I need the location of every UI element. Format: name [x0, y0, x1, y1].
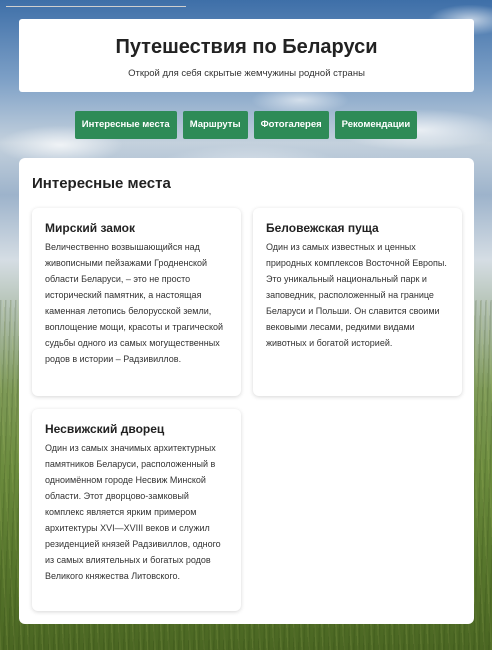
- place-card-belovezhskaya-pushcha: Беловежская пуща Один из самых известных…: [253, 208, 462, 396]
- card-title: Несвижский дворец: [45, 422, 165, 436]
- card-text: Величественно возвышающийся над живописн…: [45, 242, 224, 364]
- page-subtitle: Открой для себя скрытые жемчужины родной…: [128, 68, 365, 79]
- nav-button-routes[interactable]: Маршруты: [182, 111, 248, 139]
- page-title: Путешествия по Беларуси: [115, 36, 378, 58]
- nav-button-places[interactable]: Интересные места: [74, 111, 177, 139]
- nav-button-recommendations[interactable]: Рекомендации: [334, 111, 418, 139]
- page: { "header": { "title": "Путешествия по Б…: [0, 0, 492, 650]
- main-nav: Интересные места Маршруты Фотогалерея Ре…: [0, 111, 492, 139]
- card-text: Один из самых известных и ценных природн…: [266, 242, 447, 348]
- site-header: Путешествия по Беларуси Открой для себя …: [19, 19, 474, 92]
- place-card-nesvizh-palace: Несвижский дворец Один из самых значимых…: [32, 409, 241, 611]
- card-title: Беловежская пуща: [266, 221, 379, 235]
- card-title: Мирский замок: [45, 221, 136, 235]
- nav-button-gallery[interactable]: Фотогалерея: [253, 111, 329, 139]
- top-divider: [6, 6, 186, 7]
- card-text: Один из самых значимых архитектурных пам…: [45, 443, 221, 581]
- place-card-mir-castle: Мирский замок Величественно возвышающийс…: [32, 208, 241, 396]
- section-title: Интересные места: [32, 175, 171, 192]
- places-section: Интересные места Мирский замок Величеств…: [19, 158, 474, 624]
